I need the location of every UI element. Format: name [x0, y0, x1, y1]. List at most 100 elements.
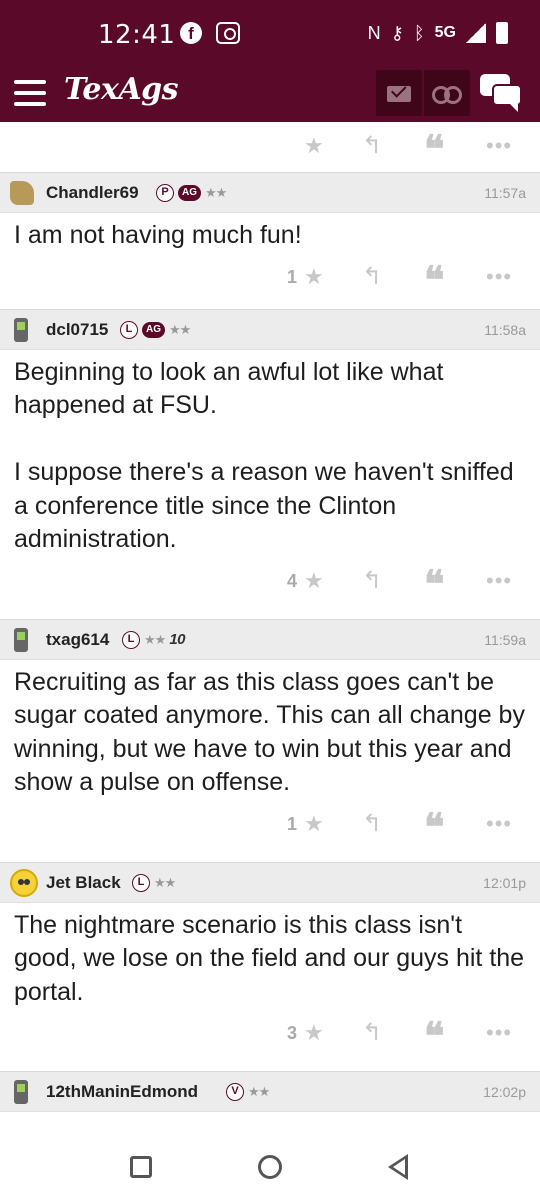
post-body: I am not having much fun!	[14, 221, 302, 249]
badge-stars: ★★	[169, 321, 191, 337]
network-label: 5G	[434, 24, 456, 41]
bluetooth-icon: ᛒ	[413, 22, 425, 43]
like-count: 4	[287, 570, 298, 591]
star-icon[interactable]: ★	[304, 263, 324, 291]
post-header: 12thManinEdmond V ★★ 12:02p	[0, 1072, 540, 1112]
nfc-icon: N	[367, 22, 381, 43]
more-icon[interactable]: •••	[486, 810, 512, 838]
badge-level: L	[132, 873, 150, 892]
system-icons: N ⚷ ᛒ 5G	[368, 22, 508, 44]
username[interactable]: Chandler69	[46, 183, 139, 203]
post-actions: ★ ↰ ❝ •••	[0, 122, 540, 172]
post: Chandler69 P AG ★★ 11:57a I am not havin…	[0, 172, 540, 309]
badge-stars: ★★	[248, 1084, 270, 1099]
recents-icon[interactable]	[130, 1156, 152, 1178]
user-badges: P AG ★★	[156, 184, 227, 202]
reply-icon[interactable]: ↰	[362, 810, 382, 838]
star-icon[interactable]: ★	[304, 1019, 324, 1047]
signal-icon	[466, 23, 486, 43]
post-header: dcl0715 L AG ★★ 11:58a	[0, 309, 540, 350]
reply-icon[interactable]: ↰	[362, 567, 382, 595]
post: 12thManinEdmond V ★★ 12:02p	[0, 1071, 540, 1112]
like-count: 3	[287, 1023, 298, 1043]
post-body: The nightmare scenario is this class isn…	[14, 910, 525, 1006]
reply-icon[interactable]: ↰	[362, 132, 382, 160]
post-actions: 1 ★ ↰ ❝ •••	[0, 800, 540, 862]
status-bar: 12:41 f N ⚷ ᛒ 5G	[0, 0, 540, 66]
star-icon[interactable]: ★	[304, 810, 324, 838]
post-actions: 4 ★ ↰ ❝ •••	[0, 557, 540, 619]
post-body: Recruiting as far as this class goes can…	[14, 667, 525, 797]
badge-level: V	[226, 1083, 244, 1101]
thread-feed: ★ ↰ ❝ ••• Chandler69 P AG ★★ 11:57a I am…	[0, 122, 540, 1134]
mail-icon	[387, 86, 411, 102]
post-header: Chandler69 P AG ★★ 11:57a	[0, 173, 540, 213]
post: dcl0715 L AG ★★ 11:58a Beginning to look…	[0, 308, 540, 619]
post-time: 11:58a	[484, 321, 526, 338]
key-icon: ⚷	[390, 22, 404, 43]
badge-level: P	[156, 184, 174, 202]
user-badges: L ★★	[132, 873, 176, 892]
badge-ag: AG	[142, 321, 165, 338]
post-actions: 1 ★ ↰ ❝ •••	[0, 253, 540, 309]
user-badges: L ★★ 10	[122, 630, 185, 649]
home-icon[interactable]	[258, 1155, 282, 1179]
notification-icons: f	[180, 22, 240, 44]
system-nav-bar	[0, 1134, 540, 1200]
avatar[interactable]	[14, 317, 28, 342]
username[interactable]: 12thManinEdmond	[46, 1082, 198, 1102]
quote-icon[interactable]: ❝	[424, 807, 444, 845]
post: Jet Black L ★★ 12:01p The nightmare scen…	[0, 861, 540, 1072]
facebook-icon: f	[180, 22, 202, 44]
reply-icon[interactable]: ↰	[362, 1019, 382, 1047]
quote-icon[interactable]: ❝	[424, 1017, 444, 1055]
post-time: 11:59a	[484, 631, 526, 648]
like-count: 1	[287, 813, 298, 834]
reply-icon[interactable]: ↰	[362, 263, 382, 291]
chat-icon[interactable]	[480, 74, 524, 114]
post-header: txag614 L ★★ 10 11:59a	[0, 619, 540, 660]
post-time: 12:02p	[483, 1084, 526, 1100]
badge-ag: AG	[178, 185, 201, 201]
menu-icon[interactable]	[14, 80, 46, 106]
avatar[interactable]	[10, 868, 38, 897]
post-time: 12:01p	[483, 874, 526, 891]
post-time: 11:57a	[484, 185, 526, 201]
app-logo[interactable]: TexAgs	[64, 72, 179, 107]
more-icon[interactable]: •••	[486, 567, 512, 595]
avatar[interactable]	[14, 1080, 28, 1104]
star-icon[interactable]: ★	[304, 567, 324, 595]
like-count: 1	[287, 266, 298, 287]
username[interactable]: txag614	[46, 630, 109, 650]
badge-stars: ★★	[205, 185, 227, 200]
post-body: Beginning to look an awful lot like what…	[14, 357, 514, 554]
badge-stars: ★★	[144, 631, 166, 647]
status-time: 12:41	[98, 20, 176, 50]
quote-icon[interactable]: ❝	[424, 260, 444, 298]
more-icon[interactable]: •••	[486, 1019, 512, 1047]
post-header: Jet Black L ★★ 12:01p	[0, 862, 540, 903]
radio-icon	[216, 22, 240, 44]
avatar[interactable]	[14, 627, 28, 652]
badge-level: L	[120, 320, 138, 339]
post: txag614 L ★★ 10 11:59a Recruiting as far…	[0, 618, 540, 862]
binoculars-icon	[432, 86, 462, 104]
messages-button[interactable]	[376, 70, 422, 116]
more-icon[interactable]: •••	[486, 263, 512, 291]
quote-icon[interactable]: ❝	[424, 564, 444, 602]
post-actions: 3 ★ ↰ ❝ •••	[0, 1009, 540, 1071]
battery-icon	[496, 22, 508, 44]
badge-ten-year: 10	[169, 631, 185, 648]
star-icon[interactable]: ★	[304, 132, 324, 160]
badge-stars: ★★	[154, 874, 176, 890]
back-icon[interactable]	[388, 1154, 408, 1180]
watch-button[interactable]	[424, 70, 470, 116]
username[interactable]: dcl0715	[46, 320, 108, 340]
user-badges: L AG ★★	[120, 320, 191, 339]
more-icon[interactable]: •••	[486, 132, 512, 160]
user-badges: V ★★	[226, 1083, 270, 1101]
username[interactable]: Jet Black	[46, 873, 121, 893]
avatar[interactable]	[10, 181, 34, 205]
quote-icon[interactable]: ❝	[424, 130, 444, 168]
badge-level: L	[122, 630, 140, 649]
